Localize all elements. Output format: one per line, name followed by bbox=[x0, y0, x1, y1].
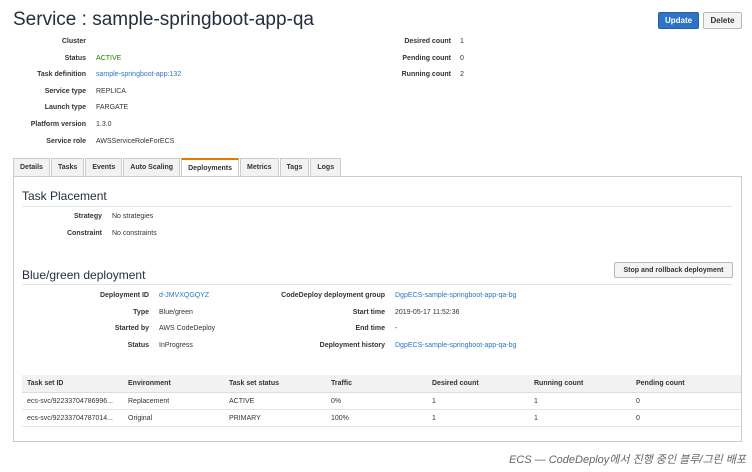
deployment-group-link[interactable]: DgpECS-sample-springboot-app-qa-bg bbox=[395, 291, 516, 301]
deployment-status-value: InProgress bbox=[159, 342, 193, 349]
deployment-history-link[interactable]: DgpECS-sample-springboot-app-qa-bg bbox=[395, 341, 516, 351]
table-row: ecs-svc/92233704786996... Replacement AC… bbox=[22, 393, 741, 410]
service-role-label: Service role bbox=[46, 138, 86, 145]
tab-logs[interactable]: Logs bbox=[310, 158, 342, 176]
col-running-count: Running count bbox=[534, 380, 584, 387]
deployment-group-label: CodeDeploy deployment group bbox=[281, 292, 385, 299]
deployment-id-label: Deployment ID bbox=[99, 292, 149, 299]
running-count: 1 bbox=[534, 414, 538, 422]
service-type-label: Service type bbox=[44, 88, 86, 95]
pending-count-value: 0 bbox=[460, 55, 464, 62]
taskset-id: ecs-svc/92233704786996... bbox=[27, 397, 114, 405]
desired-count-label: Desired count bbox=[404, 38, 451, 45]
tab-events[interactable]: Events bbox=[85, 158, 123, 176]
platform-version-label: Platform version bbox=[30, 121, 86, 128]
running-count-value: 2 bbox=[460, 71, 464, 78]
delete-button[interactable]: Delete bbox=[703, 12, 742, 29]
environment: Replacement bbox=[128, 397, 170, 405]
desired-count: 1 bbox=[432, 397, 436, 405]
start-time-label: Start time bbox=[352, 309, 385, 316]
section-divider bbox=[22, 284, 732, 285]
type-value: Blue/green bbox=[159, 309, 193, 316]
task-definition-link[interactable]: sample-springboot-app:132 bbox=[96, 70, 181, 80]
col-pending-count: Pending count bbox=[636, 380, 685, 387]
taskset-table: Task set ID Environment Task set status … bbox=[22, 375, 741, 427]
pending-count-label: Pending count bbox=[402, 55, 451, 62]
service-type-value: REPLICA bbox=[96, 88, 126, 95]
strategy-value: No strategies bbox=[112, 213, 154, 220]
running-count: 1 bbox=[534, 397, 538, 405]
cluster-label: Cluster bbox=[61, 38, 86, 45]
pending-count: 0 bbox=[636, 414, 640, 422]
tab-auto-scaling[interactable]: Auto Scaling bbox=[123, 158, 181, 176]
traffic: 100% bbox=[331, 414, 349, 422]
tab-tags[interactable]: Tags bbox=[279, 158, 310, 176]
tab-details[interactable]: Details bbox=[13, 158, 50, 176]
page-title: Service : sample-springboot-app-qa bbox=[13, 9, 314, 30]
pending-count: 0 bbox=[636, 397, 640, 405]
strategy-label: Strategy bbox=[73, 213, 102, 220]
col-desired-count: Desired count bbox=[432, 380, 479, 387]
deployment-id-link[interactable]: d-JMVXQGQYZ bbox=[159, 291, 209, 301]
status-value: ACTIVE bbox=[96, 55, 122, 62]
start-time-value: 2019-05-17 11:52:36 bbox=[395, 309, 460, 316]
deployment-history-label: Deployment history bbox=[319, 342, 385, 349]
col-taskset-status: Task set status bbox=[229, 380, 280, 387]
running-count-label: Running count bbox=[401, 71, 451, 78]
col-taskset-id: Task set ID bbox=[27, 380, 64, 387]
constraint-label: Constraint bbox=[67, 230, 102, 237]
bluegreen-heading: Blue/green deployment bbox=[22, 268, 146, 282]
environment: Original bbox=[128, 414, 153, 422]
tab-deployments[interactable]: Deployments bbox=[181, 158, 240, 176]
type-label: Type bbox=[133, 309, 149, 316]
task-placement-heading: Task Placement bbox=[22, 189, 107, 203]
col-environment: Environment bbox=[128, 380, 171, 387]
started-by-label: Started by bbox=[114, 325, 149, 332]
service-role-value: AWSServiceRoleForECS bbox=[96, 138, 175, 145]
col-traffic: Traffic bbox=[331, 380, 353, 387]
desired-count: 1 bbox=[432, 414, 436, 422]
service-tabs: Details Tasks Events Auto Scaling Deploy… bbox=[13, 158, 342, 176]
constraint-value: No constraints bbox=[112, 230, 157, 237]
started-by-value: AWS CodeDeploy bbox=[159, 325, 216, 332]
taskset-id: ecs-svc/92233704787014... bbox=[27, 414, 114, 422]
end-time-label: End time bbox=[355, 325, 385, 332]
launch-type-value: FARGATE bbox=[96, 104, 129, 111]
update-button[interactable]: Update bbox=[658, 12, 699, 29]
stop-rollback-button[interactable]: Stop and rollback deployment bbox=[614, 262, 733, 278]
taskset-status: ACTIVE bbox=[229, 397, 255, 405]
platform-version-value: 1.3.0 bbox=[96, 121, 112, 128]
tab-tasks[interactable]: Tasks bbox=[50, 158, 85, 176]
table-row: ecs-svc/92233704787014... Original PRIMA… bbox=[22, 410, 741, 427]
deployment-status-label: Status bbox=[127, 342, 149, 349]
tab-metrics[interactable]: Metrics bbox=[240, 158, 279, 176]
desired-count-value: 1 bbox=[460, 38, 464, 45]
task-definition-label: Task definition bbox=[37, 71, 86, 78]
table-header: Task set ID Environment Task set status … bbox=[22, 375, 741, 393]
status-label: Status bbox=[64, 55, 86, 62]
section-divider bbox=[22, 206, 732, 207]
launch-type-label: Launch type bbox=[44, 104, 86, 111]
taskset-status: PRIMARY bbox=[229, 414, 261, 422]
end-time-value: - bbox=[395, 325, 398, 332]
figure-caption: ECS — CodeDeploy에서 진행 중인 블루/그린 배포 bbox=[509, 454, 746, 466]
traffic: 0% bbox=[331, 397, 342, 405]
